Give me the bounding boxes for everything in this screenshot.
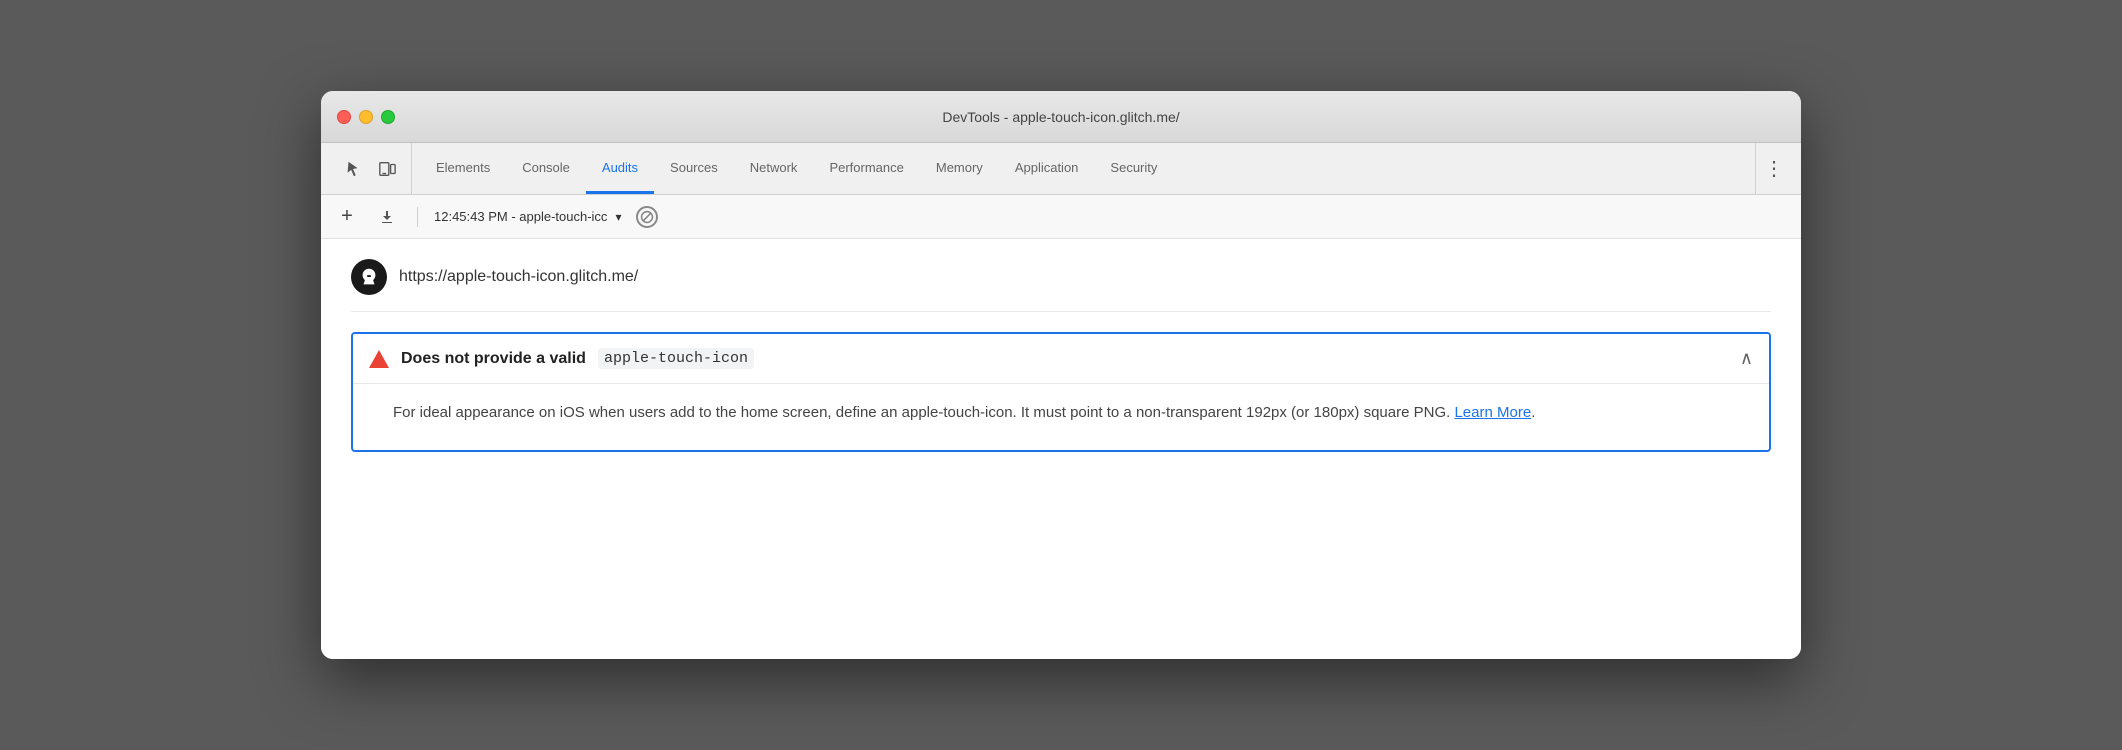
glitch-icon — [358, 266, 380, 288]
prohibited-icon — [636, 206, 658, 228]
warning-header[interactable]: Does not provide a valid apple-touch-ico… — [353, 334, 1769, 383]
toolbar-divider — [417, 207, 418, 227]
warning-body-text: For ideal appearance on iOS when users a… — [393, 404, 1450, 421]
warning-box: Does not provide a valid apple-touch-ico… — [351, 332, 1771, 452]
tab-performance[interactable]: Performance — [813, 143, 919, 194]
tab-sources[interactable]: Sources — [654, 143, 734, 194]
no-action-icon[interactable] — [633, 203, 661, 231]
tab-console[interactable]: Console — [506, 143, 586, 194]
warning-body: For ideal appearance on iOS when users a… — [353, 383, 1769, 450]
tab-elements[interactable]: Elements — [420, 143, 506, 194]
maximize-button[interactable] — [381, 110, 395, 124]
dropdown-arrow-icon: ▾ — [615, 210, 621, 224]
devtools-window: DevTools - apple-touch-icon.glitch.me/ — [321, 91, 1801, 659]
devtools-toolbar: Elements Console Audits Sources Network … — [321, 143, 1801, 195]
download-icon — [378, 208, 396, 226]
warning-triangle-icon — [369, 350, 389, 368]
tab-application[interactable]: Application — [999, 143, 1095, 194]
window-title: DevTools - apple-touch-icon.glitch.me/ — [942, 109, 1179, 125]
more-options-icon: ⋮ — [1764, 156, 1785, 181]
traffic-lights — [337, 110, 395, 124]
toolbar-icons — [329, 143, 412, 194]
close-button[interactable] — [337, 110, 351, 124]
audit-session-label[interactable]: 12:45:43 PM - apple-touch-icc ▾ — [434, 209, 621, 224]
url-bar: https://apple-touch-icon.glitch.me/ — [351, 259, 1771, 312]
inspect-icon[interactable] — [337, 153, 369, 185]
title-bar: DevTools - apple-touch-icon.glitch.me/ — [321, 91, 1801, 143]
tabs-container: Elements Console Audits Sources Network … — [420, 143, 1173, 194]
tab-security[interactable]: Security — [1094, 143, 1173, 194]
chevron-up-icon: ∧ — [1740, 348, 1753, 369]
learn-more-link[interactable]: Learn More — [1454, 404, 1531, 421]
add-audit-button[interactable]: + — [333, 203, 361, 231]
download-button[interactable] — [373, 203, 401, 231]
site-favicon — [351, 259, 387, 295]
page-url: https://apple-touch-icon.glitch.me/ — [399, 268, 638, 286]
warning-title-code: apple-touch-icon — [598, 348, 754, 369]
tab-memory[interactable]: Memory — [920, 143, 999, 194]
more-tabs-button[interactable]: ⋮ — [1755, 143, 1793, 194]
secondary-toolbar: + 12:45:43 PM - apple-touch-icc ▾ — [321, 195, 1801, 239]
period: . — [1531, 404, 1535, 421]
main-content: https://apple-touch-icon.glitch.me/ Does… — [321, 239, 1801, 659]
tab-audits[interactable]: Audits — [586, 143, 654, 194]
tab-network[interactable]: Network — [734, 143, 814, 194]
minimize-button[interactable] — [359, 110, 373, 124]
warning-title: Does not provide a valid apple-touch-ico… — [369, 348, 754, 369]
device-toggle-icon[interactable] — [371, 153, 403, 185]
warning-title-plain: Does not provide a valid — [401, 350, 586, 368]
